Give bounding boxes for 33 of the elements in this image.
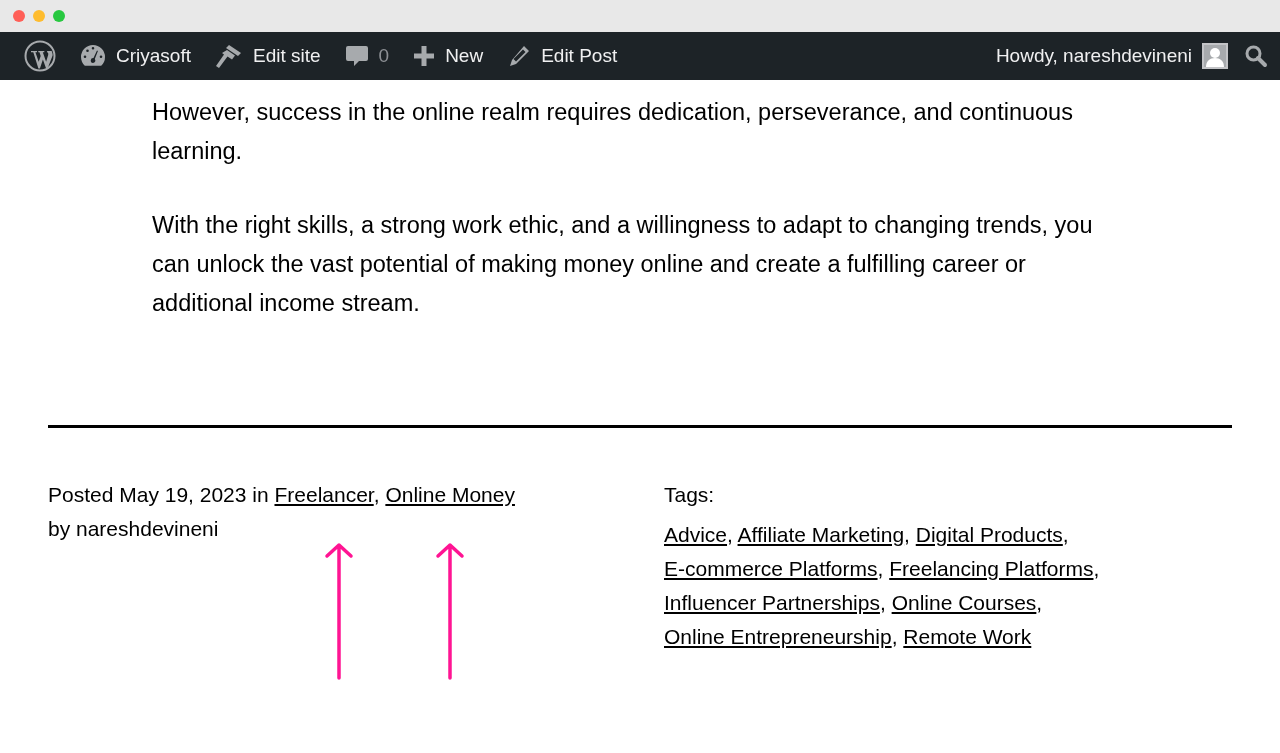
category-link[interactable]: Freelancer	[274, 483, 374, 506]
tag-list-text: Advice, Affiliate Marketing, Digital Products, E-commerce Platforms, Freelancing Platforms, Influencer Partnerships, Online Courses, Online Entrepreneurship, Remote Work	[664, 522, 1101, 650]
dashboard-menu-item[interactable]: Criyasoft	[68, 32, 203, 80]
byline-text: by nareshdevineni	[48, 516, 220, 542]
avatar-icon	[1202, 43, 1228, 69]
tags-label: Tags:	[664, 482, 716, 508]
tag-link[interactable]: Advice	[664, 523, 728, 546]
gauge-icon	[80, 44, 106, 68]
pencil-icon	[507, 44, 532, 68]
tag-link[interactable]: Digital Products	[915, 523, 1063, 546]
posted-text: Posted May 19, 2023 in Freelancer, Online Money	[48, 482, 516, 508]
paragraph-text: With the right skills, a strong work ethic, and a willingness to adapt to changing trends, you can unlock the vast potential of making money online and create a fulfilling career or additional income stream.	[152, 211, 1094, 318]
plus-menu-item[interactable]: New	[401, 32, 496, 80]
tag-link[interactable]: Affiliate Marketing	[737, 523, 905, 546]
tag-link[interactable]: Remote Work	[903, 625, 1032, 648]
zoom-window-button[interactable]	[53, 10, 65, 22]
account-menu[interactable]: Howdy, nareshdevineni	[983, 32, 1234, 80]
minimize-window-button[interactable]	[33, 10, 45, 22]
speech-bubble-icon	[344, 44, 369, 68]
plus-icon	[413, 45, 436, 67]
tag-link[interactable]: Freelancing Platforms	[889, 557, 1094, 580]
category-link[interactable]: Online Money	[385, 483, 515, 506]
paragraph-text: However, success in the online realm requires dedication, perseverance, and continuous learning.	[152, 98, 1074, 166]
edit-post-link[interactable]: Edit Post	[495, 32, 630, 80]
brush-menu-item[interactable]: Edit site	[202, 32, 333, 80]
tag-link[interactable]: Influencer Partnerships	[664, 591, 880, 614]
tag-link[interactable]: Online Entrepreneurship	[664, 625, 892, 648]
tag-link[interactable]: Online Courses	[891, 591, 1037, 614]
search-icon[interactable]	[1244, 44, 1268, 68]
tag-link[interactable]: E-commerce Platforms	[664, 557, 878, 580]
close-window-button[interactable]	[13, 10, 25, 22]
paintbrush-icon	[214, 43, 243, 69]
comments-menu-item[interactable]: 0	[332, 32, 402, 80]
